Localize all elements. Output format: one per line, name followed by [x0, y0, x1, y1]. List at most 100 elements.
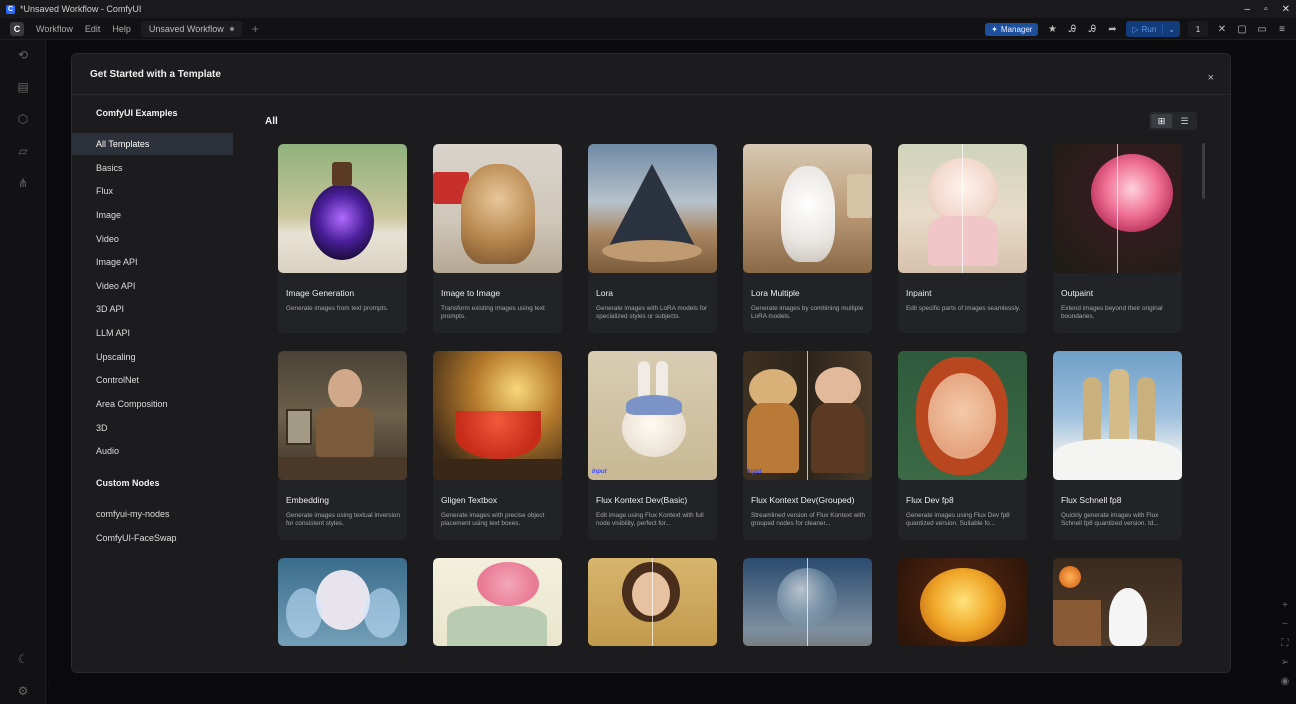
category-llm-api[interactable]: LLM API — [72, 322, 233, 344]
thumbnail-knights — [1053, 351, 1182, 480]
translate-alt-icon[interactable]: Ꭿ — [1086, 24, 1098, 35]
category-image[interactable]: Image — [72, 204, 233, 226]
template-card-row3-6[interactable] — [1053, 558, 1182, 646]
settings-gear-icon[interactable]: ⚙ — [16, 684, 30, 698]
manager-label: Manager — [1000, 24, 1033, 34]
template-card-row3-5[interactable] — [898, 558, 1027, 646]
thumbnail-flower-car — [433, 558, 562, 646]
hamburger-menu-icon[interactable]: ≡ — [1276, 24, 1288, 35]
thumbnail-smiling-woman — [898, 351, 1027, 480]
batch-count-input[interactable]: 1 — [1188, 21, 1208, 37]
minimize-button[interactable]: – — [1245, 4, 1251, 15]
menu-workflow[interactable]: Workflow — [36, 24, 73, 34]
category-video[interactable]: Video — [72, 228, 233, 250]
split-divider — [807, 351, 808, 480]
template-card-flux-dev-fp8[interactable]: Flux Dev fp8 Generate images using Flux … — [898, 351, 1027, 540]
template-name: Inpaint — [906, 288, 932, 298]
canvas-stats: · · · · — [48, 668, 50, 688]
visibility-eye-icon[interactable]: ◉ — [1274, 676, 1296, 687]
category-3d-api[interactable]: 3D API — [72, 298, 233, 320]
grid-view-icon[interactable]: ⊞ — [1151, 114, 1172, 128]
template-desc: Transform existing images using text pro… — [441, 305, 545, 320]
template-card-row3-1[interactable] — [278, 558, 407, 646]
list-view-icon[interactable]: ☰ — [1174, 114, 1195, 128]
category-area-composition[interactable]: Area Composition — [72, 393, 233, 415]
template-card-row3-3[interactable] — [588, 558, 717, 646]
queue-icon[interactable]: ▢ — [1236, 24, 1248, 35]
run-label: Run — [1141, 24, 1157, 34]
category-upscaling[interactable]: Upscaling — [72, 346, 233, 368]
pointer-mode-icon[interactable]: ➢ — [1274, 657, 1296, 668]
close-window-button[interactable]: ✕ — [1282, 4, 1290, 15]
queue-list-icon[interactable]: ▤ — [16, 80, 30, 94]
template-card-row3-4[interactable] — [743, 558, 872, 646]
menu-edit[interactable]: Edit — [85, 24, 101, 34]
category-3d[interactable]: 3D — [72, 417, 233, 439]
manager-button[interactable]: ✦ Manager — [985, 22, 1039, 36]
template-desc: Generate images from text prompts. — [286, 305, 389, 312]
custom-comfyui-my-nodes[interactable]: comfyui-my-nodes — [72, 503, 233, 525]
share-icon[interactable]: ➦ — [1106, 24, 1118, 35]
view-mode-toggle: ⊞ ☰ — [1149, 112, 1197, 130]
workflows-folder-icon[interactable]: ▱ — [16, 144, 30, 158]
category-image-api[interactable]: Image API — [72, 251, 233, 273]
fit-view-icon[interactable]: ⛶ — [1274, 638, 1296, 649]
node-library-icon[interactable]: ⋔ — [16, 176, 30, 190]
template-desc: Generate images by combining multiple Lo… — [751, 305, 864, 320]
comfyui-app-icon: C — [6, 4, 15, 14]
menu-help[interactable]: Help — [112, 24, 131, 34]
zoom-out-icon[interactable]: − — [1274, 619, 1296, 630]
template-card-gligen-textbox[interactable]: Gligen Textbox Generate images with prec… — [433, 351, 562, 540]
template-card-lora[interactable]: Lora Generate images with LoRA models fo… — [588, 144, 717, 333]
dialog-close-icon[interactable]: × — [1208, 72, 1214, 84]
template-card-embedding[interactable]: Embedding Generate images using textual … — [278, 351, 407, 540]
category-basics[interactable]: Basics — [72, 157, 233, 179]
thumbnail-ghost-room — [1053, 558, 1182, 646]
template-card-image-to-image[interactable]: Image to Image Transform existing images… — [433, 144, 562, 333]
template-card-outpaint[interactable]: Outpaint Extend images beyond their orig… — [1053, 144, 1182, 333]
template-card-flux-schnell-fp8[interactable]: Flux Schnell fp8 Quickly generate images… — [1053, 351, 1182, 540]
template-card-image-generation[interactable]: Image Generation Generate images from te… — [278, 144, 407, 333]
template-card-flux-kontext-basic[interactable]: Input Flux Kontext Dev(Basic) Edit image… — [588, 351, 717, 540]
custom-comfyui-faceswap[interactable]: ComfyUI-FaceSwap — [72, 527, 233, 549]
run-button-group: ▷ Run ⌄ — [1126, 21, 1180, 37]
category-controlnet[interactable]: ControlNet — [72, 369, 233, 391]
run-button[interactable]: ▷ Run — [1126, 25, 1162, 34]
model-library-icon[interactable]: ⬡ — [16, 112, 30, 126]
star-icon[interactable]: ★ — [1046, 24, 1058, 35]
input-tag-label: Input — [592, 469, 607, 475]
cancel-icon[interactable]: ✕ — [1216, 24, 1228, 35]
split-divider — [1117, 144, 1118, 273]
left-sidebar-rail: ⟲ ▤ ⬡ ▱ ⋔ ☾ ⚙ — [0, 40, 46, 704]
template-desc: Generate images with LoRA models for spe… — [596, 305, 708, 320]
puzzle-icon: ✦ — [991, 24, 998, 34]
dialog-title: Get Started with a Template — [90, 68, 221, 80]
template-name: Embedding — [286, 495, 330, 505]
category-video-api[interactable]: Video API — [72, 275, 233, 297]
restore-button[interactable]: ▫ — [1264, 4, 1268, 15]
panel-icon[interactable]: ▭ — [1256, 24, 1268, 35]
template-card-lora-multiple[interactable]: Lora Multiple Generate images by combini… — [743, 144, 872, 333]
template-card-inpaint[interactable]: Inpaint Edit specific parts of images se… — [898, 144, 1027, 333]
workflow-tab[interactable]: Unsaved Workflow — [140, 20, 242, 37]
content-title: All — [265, 116, 278, 127]
category-all-templates[interactable]: All Templates — [72, 133, 233, 155]
template-card-flux-kontext-grouped[interactable]: Input Flux Kontext Dev(Grouped) Streamli… — [743, 351, 872, 540]
thumbnail-mountain-diorama — [588, 144, 717, 273]
translate-icon[interactable]: Ꭿ — [1066, 24, 1078, 35]
new-tab-plus-icon[interactable]: + — [252, 22, 259, 36]
category-audio[interactable]: Audio — [72, 440, 233, 462]
comfyui-logo[interactable]: C — [10, 21, 24, 36]
window-title: *Unsaved Workflow - ComfyUI — [20, 4, 142, 14]
template-name: Gligen Textbox — [441, 495, 498, 505]
grid-scrollbar[interactable] — [1202, 143, 1205, 199]
thumbnail-glass-globe-city — [743, 558, 872, 646]
category-flux[interactable]: Flux — [72, 180, 233, 202]
template-card-row3-2[interactable] — [433, 558, 562, 646]
zoom-in-icon[interactable]: + — [1274, 600, 1296, 611]
history-icon[interactable]: ⟲ — [16, 48, 30, 62]
run-options-chevron-icon[interactable]: ⌄ — [1162, 24, 1180, 34]
thumbnail-cat — [433, 144, 562, 273]
template-desc: Quickly generate images with Flux Schnel… — [1061, 512, 1159, 527]
theme-moon-icon[interactable]: ☾ — [16, 652, 30, 666]
